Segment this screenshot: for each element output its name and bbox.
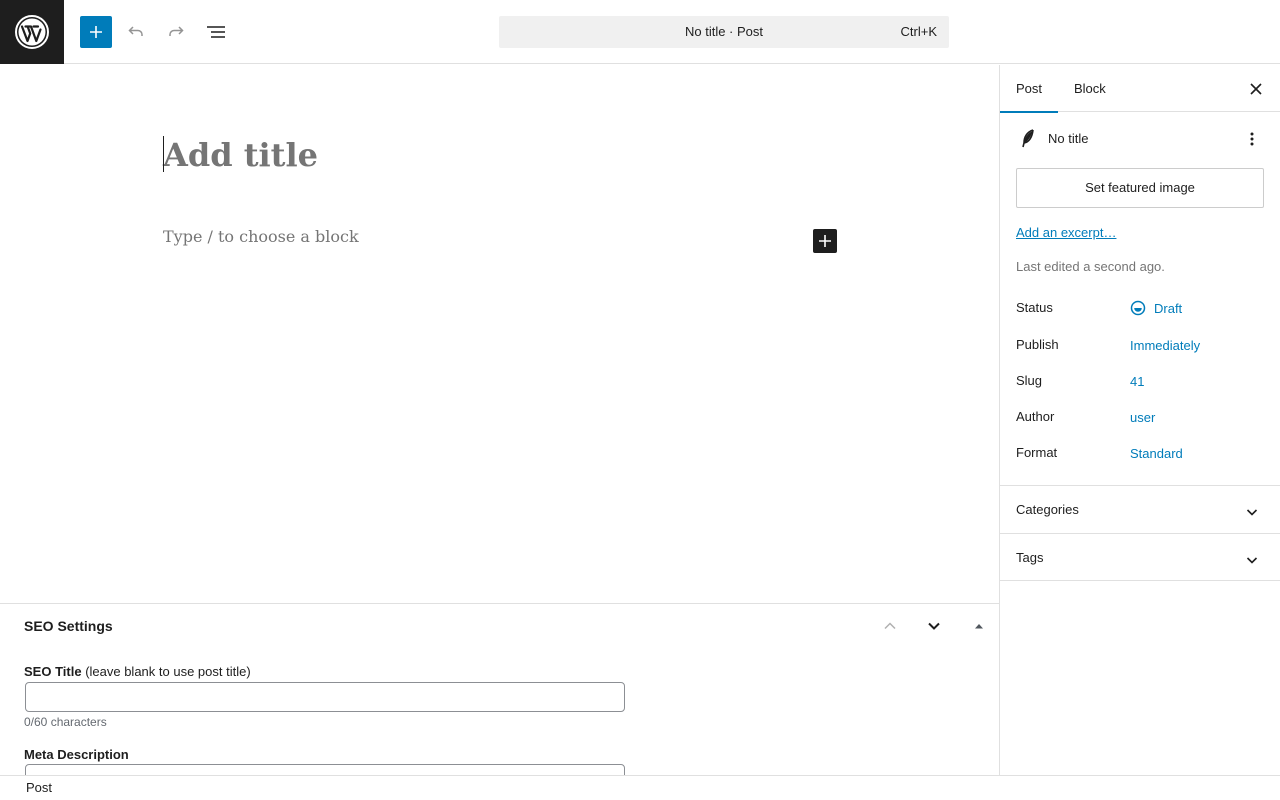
move-up-button[interactable] [878, 614, 902, 638]
meta-description-input[interactable] [25, 764, 625, 775]
more-vertical-icon [1250, 132, 1254, 146]
seo-title-label: SEO Title (leave blank to use post title… [24, 664, 251, 679]
sidebar-tabs: Post Block [1000, 65, 1280, 113]
editor-footer: Post [0, 775, 1280, 800]
wordpress-logo-button[interactable] [0, 0, 64, 64]
plus-icon [819, 235, 831, 247]
close-sidebar-button[interactable] [1244, 77, 1268, 101]
caret-up-icon [975, 624, 983, 629]
seo-title-input[interactable] [25, 682, 625, 712]
post-title-input[interactable]: Add title [163, 135, 318, 175]
block-placeholder[interactable]: Type / to choose a block [163, 227, 359, 246]
block-inserter-button[interactable] [80, 16, 112, 48]
author-value-button[interactable]: user [1130, 410, 1155, 425]
post-actions-menu-button[interactable] [1240, 127, 1264, 151]
last-edited-text: Last edited a second ago. [1016, 259, 1165, 274]
text-caret [163, 136, 164, 172]
slug-value-button[interactable]: 41 [1130, 374, 1144, 389]
chevron-up-icon [884, 622, 896, 630]
author-label: Author [1016, 409, 1055, 424]
seo-title-character-count: 0/60 characters [24, 715, 107, 729]
status-label: Status [1016, 300, 1053, 315]
add-excerpt-link[interactable]: Add an excerpt… [1016, 225, 1116, 240]
plus-icon [90, 26, 102, 38]
tags-panel-toggle[interactable]: Tags [1000, 533, 1280, 581]
list-view-icon [207, 26, 225, 38]
format-value-button[interactable]: Standard [1130, 446, 1183, 461]
editor-canvas: Add title Type / to choose a block [0, 65, 999, 603]
seo-settings-metabox: SEO Settings SEO Title (leave blank to u… [0, 603, 999, 775]
editor-header: No title · Post Ctrl+K [0, 0, 1280, 64]
redo-icon [169, 26, 184, 36]
format-label: Format [1016, 445, 1058, 460]
chevron-down-icon [1246, 509, 1258, 516]
slug-label: Slug [1016, 373, 1043, 388]
move-down-button[interactable] [922, 614, 946, 638]
categories-panel-title: Categories [1016, 502, 1079, 517]
categories-chevron [1240, 500, 1264, 524]
settings-sidebar: Post Block No title Set featured image A… [999, 65, 1280, 775]
publish-label: Publish [1016, 337, 1059, 352]
publish-value-button[interactable]: Immediately [1130, 338, 1200, 353]
post-feather-icon [1022, 129, 1034, 148]
tags-panel-title: Tags [1016, 550, 1044, 565]
wordpress-logo-icon [15, 15, 49, 49]
post-title-label: No title [1048, 131, 1089, 146]
meta-description-label: Meta Description [24, 747, 129, 762]
tab-block[interactable]: Block [1058, 65, 1122, 112]
set-featured-image-button[interactable]: Set featured image [1016, 168, 1264, 208]
metabox-title: SEO Settings [24, 618, 113, 634]
status-value-button[interactable]: Draft [1130, 300, 1182, 316]
draft-status-icon [1130, 300, 1146, 316]
seo-title-hint: (leave blank to use post title) [85, 664, 251, 679]
undo-button[interactable] [120, 16, 152, 48]
keyboard-shortcut-hint: Ctrl+K [900, 24, 937, 39]
chevron-down-icon [928, 622, 940, 630]
post-summary-header: No title [1016, 127, 1264, 151]
tab-post[interactable]: Post [1000, 65, 1059, 113]
chevron-down-icon [1246, 557, 1258, 564]
toggle-panel-button[interactable] [967, 614, 991, 638]
status-value: Draft [1154, 300, 1183, 316]
breadcrumb[interactable]: Post [26, 780, 52, 795]
add-block-button[interactable] [813, 229, 837, 253]
close-icon [1250, 83, 1262, 95]
redo-button[interactable] [160, 16, 192, 48]
categories-panel-toggle[interactable]: Categories [1000, 485, 1280, 533]
undo-icon [128, 26, 143, 36]
seo-title-label-text: SEO Title [24, 664, 82, 679]
document-title: No title · Post [684, 24, 764, 39]
list-view-button[interactable] [200, 16, 232, 48]
command-palette-bar[interactable]: No title · Post Ctrl+K [499, 16, 949, 48]
tags-chevron [1240, 548, 1264, 572]
